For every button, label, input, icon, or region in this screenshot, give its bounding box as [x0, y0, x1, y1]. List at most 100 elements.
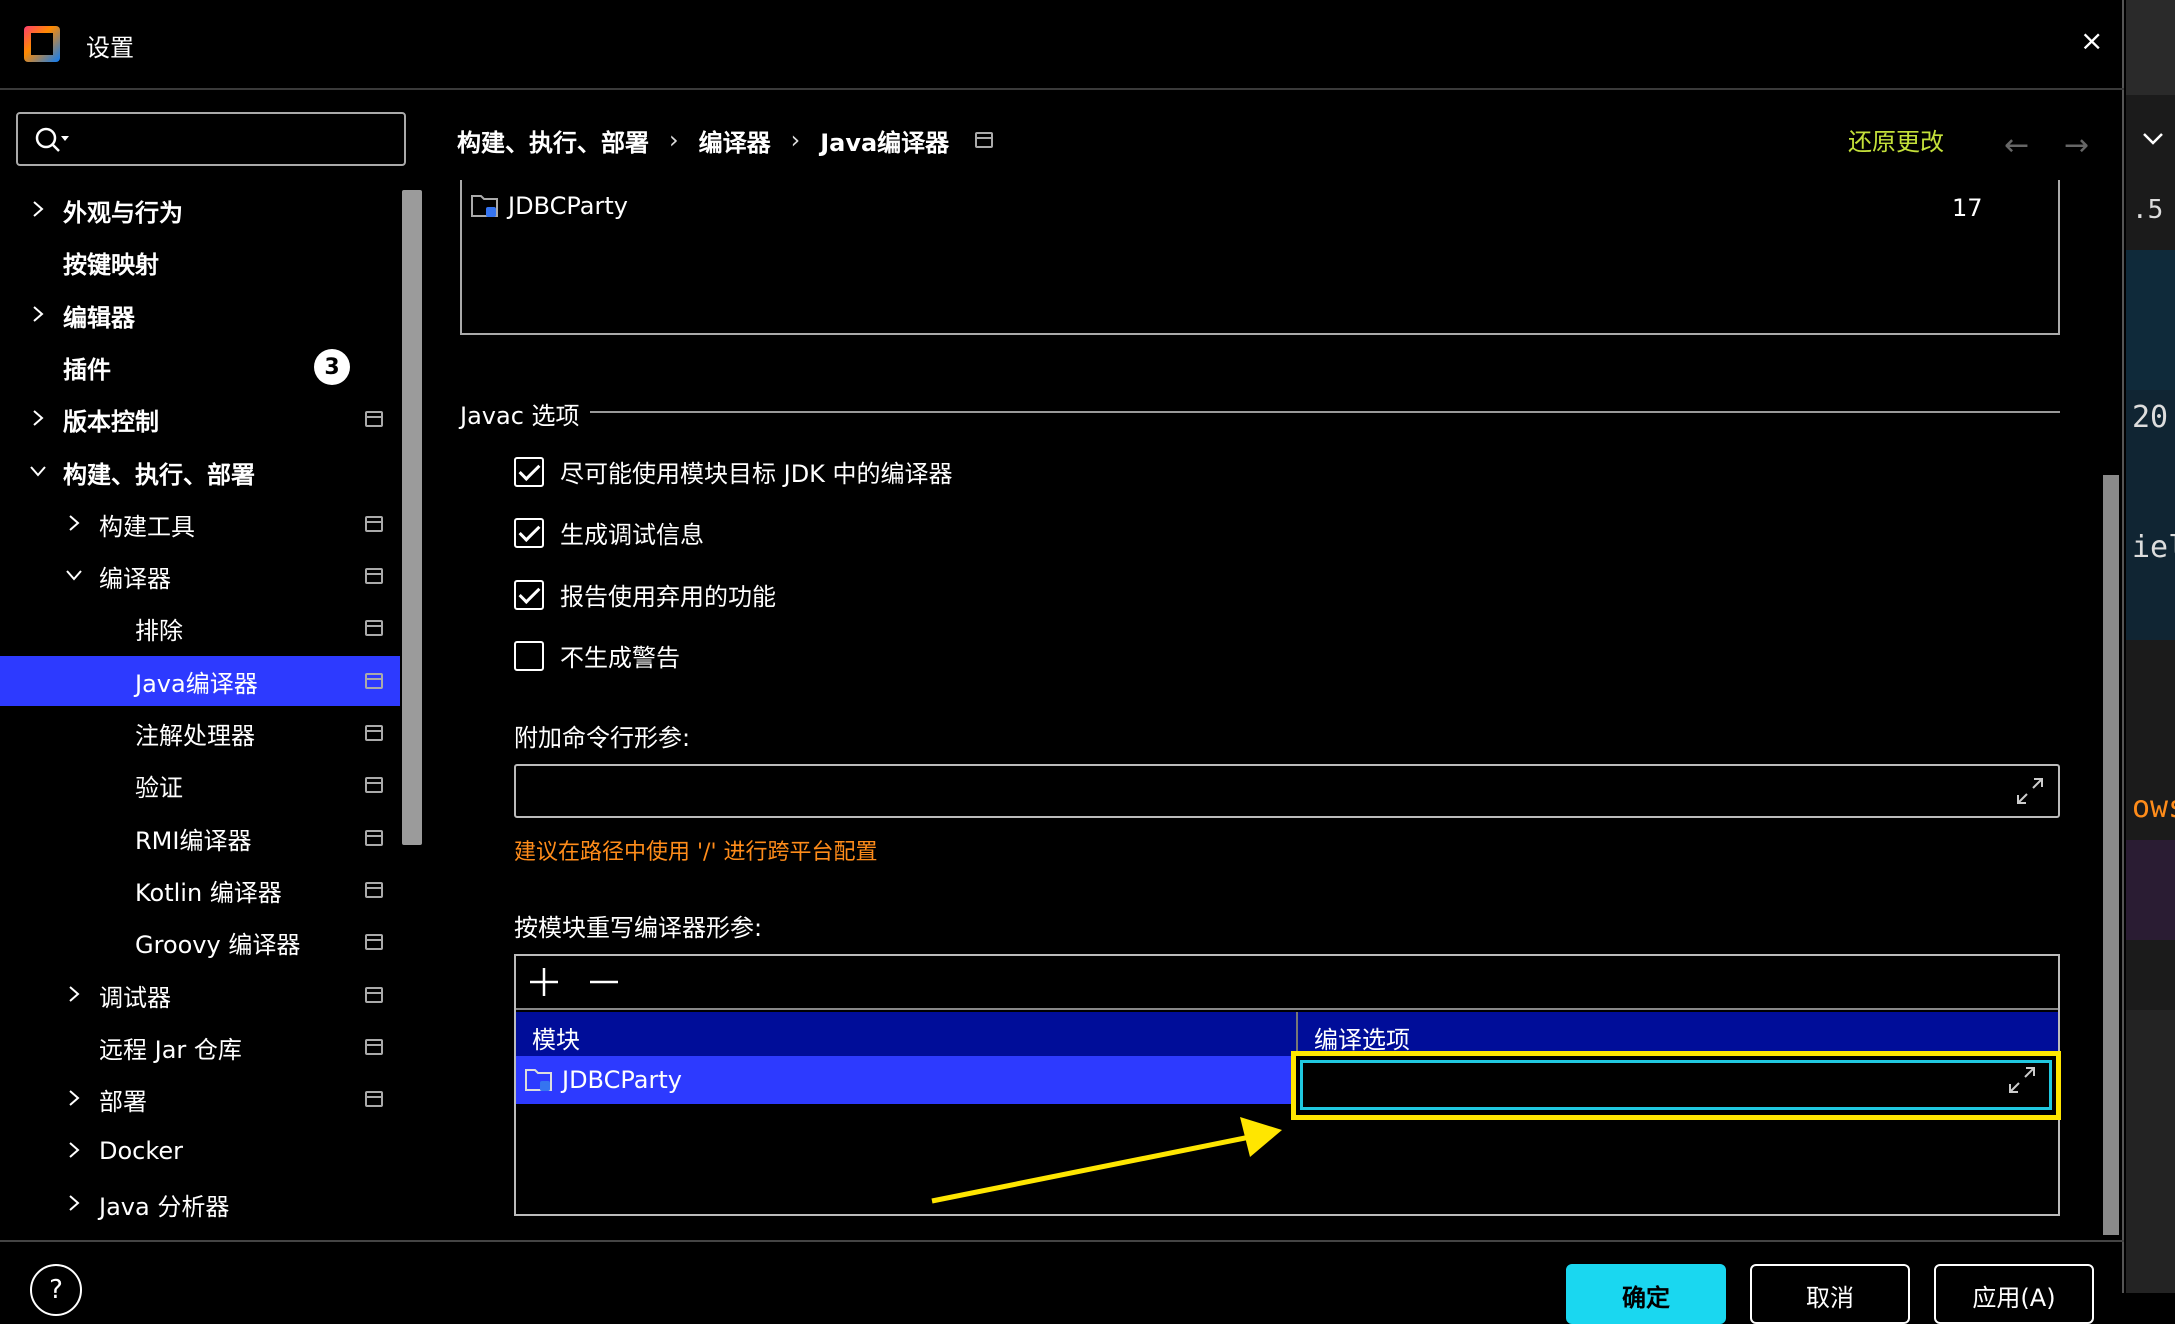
- apply-button[interactable]: 应用(A): [1934, 1264, 2094, 1324]
- module-bytecode-table: [460, 180, 2060, 335]
- settings-search-box[interactable]: [16, 112, 406, 166]
- checkbox-unchecked[interactable]: [514, 640, 544, 671]
- sidebar-item-label: 调试器: [99, 983, 171, 1012]
- sidebar-item-label: RMI编译器: [135, 826, 252, 855]
- breadcrumb-item-build[interactable]: 构建、执行、部署: [457, 123, 649, 158]
- sidebar-item-label: 外观与行为: [63, 198, 183, 227]
- chevron-right-icon[interactable]: [28, 304, 48, 324]
- sidebar-item-label: Java编译器: [135, 669, 258, 698]
- chevron-right-icon[interactable]: [64, 513, 84, 533]
- sidebar-item[interactable]: 构建工具: [0, 499, 400, 549]
- table-row[interactable]: JDBCParty: [516, 1056, 1296, 1104]
- reset-changes-link[interactable]: 还原更改: [1848, 122, 1944, 157]
- sidebar-item[interactable]: 插件 3: [0, 342, 400, 392]
- search-icon: [35, 127, 69, 152]
- column-divider[interactable]: [1296, 1012, 1298, 1056]
- sidebar-item[interactable]: 部署: [0, 1074, 400, 1124]
- sidebar-item[interactable]: 调试器: [0, 970, 400, 1020]
- sidebar-item[interactable]: 外观与行为: [0, 185, 400, 235]
- cancel-button[interactable]: 取消: [1750, 1264, 1910, 1324]
- add-icon[interactable]: [526, 964, 562, 1000]
- option-label: 不生成警告: [560, 644, 680, 672]
- project-scope-icon: [365, 830, 383, 846]
- extra-args-input[interactable]: [526, 774, 1986, 810]
- chevron-right-icon[interactable]: [28, 408, 48, 428]
- close-button[interactable]: ×: [2080, 24, 2103, 57]
- sidebar-item[interactable]: 编译器: [0, 551, 400, 601]
- ok-button[interactable]: 确定: [1566, 1264, 1726, 1324]
- checkbox-checked[interactable]: [514, 517, 544, 548]
- content-scrollbar[interactable]: [2103, 475, 2119, 1235]
- chevron-right-icon[interactable]: [64, 1140, 84, 1160]
- sidebar-item-label: 部署: [99, 1087, 147, 1116]
- table-toolbar: [516, 956, 2058, 1010]
- sidebar-item[interactable]: Java编译器: [0, 656, 400, 706]
- sidebar-item-label: Java 分析器: [99, 1192, 230, 1221]
- checkbox-checked[interactable]: [514, 456, 544, 487]
- sidebar-scrollbar[interactable]: [402, 190, 422, 845]
- option-debug-info[interactable]: 生成调试信息: [514, 515, 704, 550]
- remove-icon[interactable]: [586, 964, 622, 1000]
- project-scope-icon: [365, 725, 383, 741]
- sidebar-item[interactable]: Kotlin 编译器: [0, 865, 400, 915]
- column-header-module[interactable]: 模块: [532, 1020, 580, 1055]
- sidebar-item[interactable]: 按键映射: [0, 237, 400, 287]
- help-button[interactable]: ?: [30, 1264, 82, 1316]
- forward-arrow-icon[interactable]: →: [2064, 128, 2089, 163]
- option-label: 尽可能使用模块目标 JDK 中的编译器: [560, 460, 953, 488]
- project-scope-icon: [365, 620, 383, 636]
- sidebar-item[interactable]: 编辑器: [0, 290, 400, 340]
- checkbox-checked[interactable]: [514, 579, 544, 610]
- title-bar: 设置 ×: [0, 0, 2124, 90]
- sidebar-item[interactable]: 验证: [0, 760, 400, 810]
- option-label: 报告使用弃用的功能: [560, 583, 776, 611]
- expand-icon[interactable]: [2014, 775, 2046, 807]
- column-header-options[interactable]: 编译选项: [1314, 1020, 1410, 1055]
- sidebar-item[interactable]: 版本控制: [0, 394, 400, 444]
- sidebar-item-label: 编辑器: [63, 303, 135, 332]
- override-params-label: 按模块重写编译器形参:: [514, 914, 763, 942]
- sidebar-item-label: 排除: [135, 616, 183, 645]
- breadcrumb-item-compiler[interactable]: 编译器: [699, 123, 771, 158]
- sidebar-item[interactable]: 注解处理器: [0, 708, 400, 758]
- sidebar-item-label: 验证: [135, 773, 183, 802]
- chevron-right-icon[interactable]: [64, 1193, 84, 1213]
- back-arrow-icon[interactable]: ←: [2004, 128, 2029, 163]
- sidebar-item-label: 插件: [63, 355, 111, 384]
- sidebar-item[interactable]: 构建、执行、部署: [0, 447, 400, 497]
- module-name: JDBCParty: [508, 192, 628, 220]
- sidebar-item[interactable]: 排除: [0, 603, 400, 653]
- chevron-down-icon[interactable]: [2138, 124, 2168, 154]
- chevron-right-icon[interactable]: [28, 199, 48, 219]
- option-use-module-jdk[interactable]: 尽可能使用模块目标 JDK 中的编译器: [514, 454, 953, 489]
- option-no-warnings[interactable]: 不生成警告: [514, 638, 680, 673]
- chevron-down-icon[interactable]: [64, 565, 84, 585]
- background-editor: .5 20 iel ows: [2126, 0, 2175, 1293]
- project-scope-icon: [365, 882, 383, 898]
- sidebar-item[interactable]: RMI编译器: [0, 813, 400, 863]
- module-folder-icon: [471, 195, 498, 217]
- sidebar-item-label: 注解处理器: [135, 721, 255, 750]
- chevron-right-icon[interactable]: [64, 1088, 84, 1108]
- javac-section-title: Javac 选项: [460, 402, 580, 430]
- settings-dialog: 设置 × 外观与行为 按键映射 编辑器 插件 3 版本控制 构建、执行、部署 构建工具 编译器排…: [0, 0, 2163, 1324]
- project-scope-icon: [365, 777, 383, 793]
- breadcrumb: 构建、执行、部署 › 编译器 › Java编译器: [457, 123, 994, 158]
- annotation-highlight-box: [1291, 1051, 2061, 1120]
- sidebar-item-label: 按键映射: [63, 250, 159, 279]
- module-row[interactable]: JDBCParty: [470, 192, 628, 220]
- chevron-down-icon[interactable]: [28, 461, 48, 481]
- extra-args-field[interactable]: [514, 764, 2060, 818]
- sidebar-item-label: 版本控制: [63, 407, 159, 436]
- breadcrumb-item-java-compiler: Java编译器: [820, 128, 950, 157]
- chevron-right-icon[interactable]: [64, 984, 84, 1004]
- module-target-level[interactable]: 17: [1952, 194, 1983, 222]
- sidebar-item[interactable]: 远程 Jar 仓库: [0, 1022, 400, 1072]
- sidebar-item[interactable]: Java 分析器: [0, 1179, 400, 1229]
- option-report-deprecation[interactable]: 报告使用弃用的功能: [514, 577, 776, 612]
- sidebar-item[interactable]: Groovy 编译器: [0, 917, 400, 967]
- project-scope-icon: [365, 568, 383, 584]
- search-input[interactable]: [78, 122, 398, 156]
- sidebar-item[interactable]: Docker: [0, 1126, 400, 1176]
- app-logo-icon: [24, 26, 60, 62]
